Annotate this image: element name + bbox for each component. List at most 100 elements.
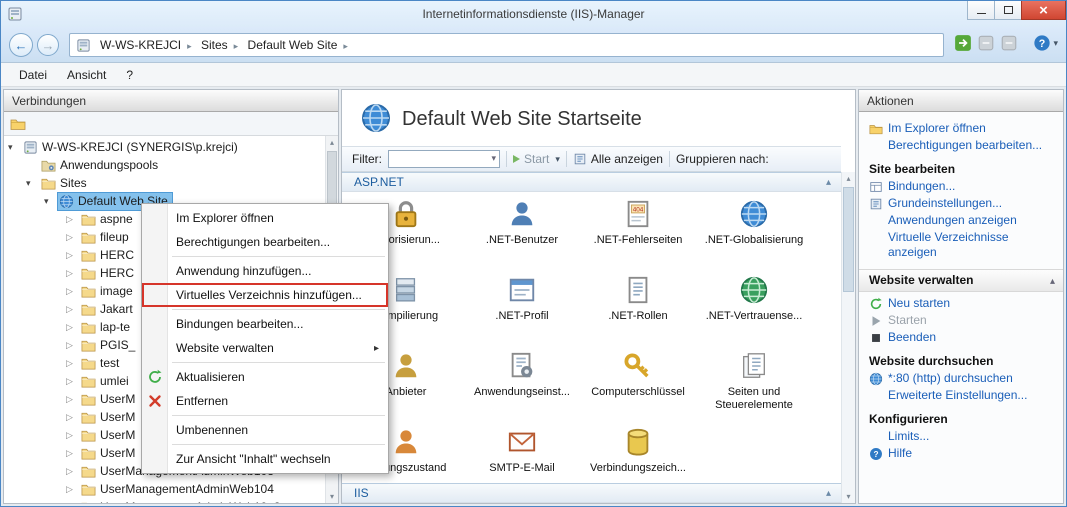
tree-expander-icon[interactable] <box>66 394 79 405</box>
tree-item-label: UserM <box>100 446 136 460</box>
filter-input[interactable] <box>388 150 500 168</box>
feature-item[interactable]: .NET-Fehlerseiten <box>580 194 696 270</box>
breadcrumb-item[interactable]: Sites <box>196 38 233 52</box>
feature-item[interactable]: Anwendungseinst... <box>464 346 580 422</box>
tree-item[interactable]: UserManagementAdminWeb10_3 <box>4 498 338 503</box>
action-item[interactable]: Bindungen... <box>869 179 1053 194</box>
computer-icon <box>76 38 91 53</box>
tree-expander-icon[interactable] <box>66 286 79 297</box>
action-item[interactable]: Im Explorer öffnen <box>869 121 1053 136</box>
action-item-label: Anwendungen anzeigen <box>888 213 1017 227</box>
context-menu-item-label: Zur Ansicht "Inhalt" wechseln <box>176 452 331 466</box>
context-menu: Im Explorer öffnen Berechtigungen bearbe… <box>141 203 389 474</box>
tree-expander-icon[interactable] <box>66 484 79 495</box>
forward-button[interactable] <box>37 34 59 56</box>
close-button[interactable] <box>1021 1 1066 20</box>
menu-item[interactable]: Datei <box>9 65 57 85</box>
menu-item[interactable]: Ansicht <box>57 65 116 85</box>
show-all-icon <box>573 152 587 166</box>
scroll-down-icon[interactable] <box>842 490 855 503</box>
tree-expander-icon[interactable] <box>66 448 79 459</box>
action-item[interactable]: Berechtigungen bearbeiten... <box>869 138 1053 153</box>
minimize-button[interactable] <box>967 1 995 20</box>
feature-item[interactable]: .NET-Rollen <box>580 270 696 346</box>
save-connections-icon[interactable] <box>10 116 26 132</box>
action-item[interactable]: Virtuelle Verzeichnisse anzeigen <box>869 230 1053 260</box>
feature-item[interactable]: Seiten und Steuerelemente <box>696 346 812 422</box>
tree-expander-icon[interactable] <box>66 430 79 441</box>
show-all-button[interactable]: Alle anzeigen <box>573 152 663 166</box>
context-menu-item[interactable]: Anwendung hinzufügen... <box>142 259 388 283</box>
action-item[interactable]: *:80 (http) durchsuchen <box>869 371 1053 386</box>
tree-expander-icon[interactable] <box>66 214 79 225</box>
scrollbar-thumb[interactable] <box>843 187 854 292</box>
tree-item[interactable]: W-WS-KREJCI (SYNERGIS\p.krejci) <box>4 138 338 156</box>
tree-expander-icon[interactable] <box>66 304 79 315</box>
tree-expander-icon[interactable] <box>66 268 79 279</box>
section-iis[interactable]: IIS <box>342 483 841 503</box>
profile-icon <box>507 275 537 305</box>
section-aspnet[interactable]: ASP.NET <box>342 172 841 192</box>
action-item[interactable]: Limits... <box>869 429 1053 444</box>
tree-expander-icon[interactable] <box>26 178 39 189</box>
filter-go-button[interactable]: Start <box>513 152 560 166</box>
tree-expander-icon[interactable] <box>66 322 79 333</box>
breadcrumb-item[interactable]: Default Web Site <box>243 38 343 52</box>
feature-item[interactable]: Computerschlüssel <box>580 346 696 422</box>
context-menu-item[interactable]: Virtuelles Verzeichnis hinzufügen... <box>142 283 388 307</box>
tree-expander-icon[interactable] <box>66 412 79 423</box>
tree-expander-icon[interactable] <box>8 142 21 153</box>
context-menu-item[interactable]: Berechtigungen bearbeiten... <box>142 230 388 254</box>
feature-label: SMTP-E-Mail <box>489 462 555 474</box>
maximize-button[interactable] <box>994 1 1022 20</box>
group-by-label: Gruppieren nach: <box>675 152 769 166</box>
action-item[interactable]: Beenden <box>869 330 1053 345</box>
menu-item[interactable]: ? <box>116 65 143 85</box>
feature-item[interactable]: .NET-Globalisierung <box>696 194 812 270</box>
actions-header: Aktionen <box>859 90 1063 112</box>
tree-expander-icon[interactable] <box>66 376 79 387</box>
scroll-up-icon[interactable] <box>842 172 855 185</box>
context-menu-item[interactable]: Aktualisieren <box>142 365 388 389</box>
context-menu-item[interactable]: Entfernen <box>142 389 388 413</box>
feature-label: .NET-Globalisierung <box>704 234 804 246</box>
action-item[interactable]: Website verwalten <box>859 269 1063 292</box>
globe-green-icon <box>739 275 769 305</box>
action-item[interactable]: Grundeinstellungen... <box>869 196 1053 211</box>
back-button[interactable] <box>9 33 33 57</box>
action-item[interactable]: Hilfe <box>869 446 1053 461</box>
tree-expander-icon[interactable] <box>66 358 79 369</box>
tree-item[interactable]: Anwendungspools <box>4 156 338 174</box>
tree-item[interactable]: Sites <box>4 174 338 192</box>
tree-expander-icon[interactable] <box>66 502 79 504</box>
help-button[interactable] <box>1033 34 1058 52</box>
menubar: Datei Ansicht? <box>1 63 1066 87</box>
action-item-label: Starten <box>888 313 927 327</box>
tree-item-target: HERC <box>79 264 139 283</box>
context-menu-item[interactable]: Bindungen bearbeiten... <box>142 312 388 336</box>
scroll-up-icon[interactable] <box>326 136 338 149</box>
context-menu-item[interactable]: Zur Ansicht "Inhalt" wechseln <box>142 447 388 471</box>
scroll-down-icon[interactable] <box>326 490 338 503</box>
tree-expander-icon[interactable] <box>66 340 79 351</box>
feature-item[interactable]: .NET-Vertrauense... <box>696 270 812 346</box>
feature-item[interactable]: .NET-Profil <box>464 270 580 346</box>
context-menu-item[interactable]: Im Explorer öffnen <box>142 206 388 230</box>
stop-disabled-icon <box>1000 34 1018 52</box>
iis-manager-window: Internetinformationsdienste (IIS)-Manage… <box>0 0 1067 507</box>
tree-item[interactable]: UserManagementAdminWeb104 <box>4 480 338 498</box>
tree-expander-icon[interactable] <box>66 250 79 261</box>
feature-item[interactable]: .NET-Benutzer <box>464 194 580 270</box>
tree-expander-icon[interactable] <box>66 466 79 477</box>
action-item[interactable]: Anwendungen anzeigen <box>869 213 1053 228</box>
tree-expander-icon[interactable] <box>44 196 57 207</box>
context-menu-item[interactable]: Umbenennen <box>142 418 388 442</box>
context-menu-item[interactable]: Website verwalten <box>142 336 388 360</box>
breadcrumb-item[interactable]: W-WS-KREJCI <box>95 38 186 52</box>
actions-title: Aktionen <box>867 93 914 108</box>
action-item[interactable]: Neu starten <box>869 296 1053 311</box>
tree-item-label: PGIS_ <box>100 338 136 352</box>
action-item[interactable]: Erweiterte Einstellungen... <box>869 388 1053 403</box>
tree-expander-icon[interactable] <box>66 232 79 243</box>
go-icon[interactable] <box>954 34 972 52</box>
